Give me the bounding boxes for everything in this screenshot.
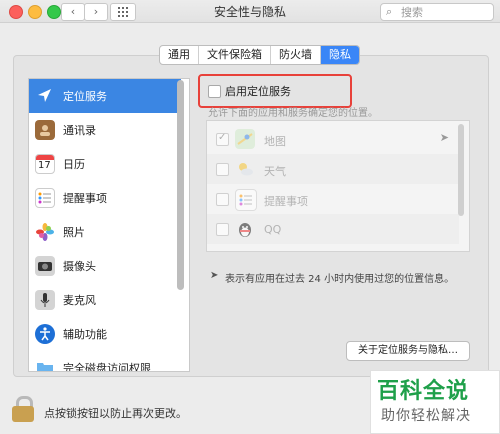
app-list-scrollbar[interactable] [458,124,464,216]
camera-icon [35,256,55,276]
reminders-icon [235,189,257,211]
sidebar-item-label: 通讯录 [63,124,96,137]
sidebar-item-label: 辅助功能 [63,328,107,341]
sidebar-item-label: 完全磁盘访问权限 [63,362,151,372]
sidebar-item-label: 摄像头 [63,260,96,273]
sidebar-item-accessibility[interactable]: 辅助功能 [29,317,181,351]
search-icon: ⌕ [386,5,393,18]
location-arrow-icon [35,86,55,106]
watermark: 百科全说 助你轻松解决 [370,370,500,434]
search-field[interactable]: ⌕ [380,3,494,21]
sidebar-item-label: 照片 [63,226,85,239]
recent-use-note: 表示有应用在过去 24 小时内使用过您的位置信息。 [225,274,455,285]
allow-description: 允许下面的应用和服务确定您的位置。 [208,108,378,119]
watermark-subtitle: 助你轻松解决 [381,408,471,424]
privacy-sidebar: 定位服务 通讯录 17 日历 提醒事项 照片 摄像头 麦克风 辅助功能 完全磁盘… [28,78,190,372]
sidebar-item-camera[interactable]: 摄像头 [29,249,181,283]
sidebar-item-microphone[interactable]: 麦克风 [29,283,181,317]
back-button[interactable]: ‹ [61,3,85,21]
annotation-highlight-box [198,74,352,108]
app-name: QQ [264,223,282,236]
contacts-book-icon [35,120,55,140]
location-app-list: 地图 ➤ 天气 提醒事项 QQ [206,120,470,252]
show-all-grid-icon[interactable] [110,3,136,21]
tab-privacy[interactable]: 隐私 [321,46,359,64]
app-checkbox[interactable] [216,223,229,236]
calendar-icon: 17 [35,154,55,174]
app-row-reminders[interactable]: 提醒事项 [207,184,459,214]
title-bar: ‹ › 安全性与隐私 ⌕ [0,0,500,23]
maps-icon [235,129,255,149]
zoom-window-button[interactable] [47,5,61,19]
weather-icon [235,159,255,179]
sidebar-item-label: 定位服务 [63,90,107,103]
watermark-title: 百科全说 [377,379,470,404]
location-arrow-icon: ➤ [439,131,449,144]
sidebar-scrollbar[interactable] [177,80,184,290]
sidebar-item-contacts[interactable]: 通讯录 [29,113,181,147]
minimize-window-button[interactable] [28,5,42,19]
about-location-privacy-button[interactable]: 关于定位服务与隐私… [346,341,470,361]
forward-button[interactable]: › [84,3,108,21]
sidebar-item-photos[interactable]: 照片 [29,215,181,249]
close-window-button[interactable] [9,5,23,19]
app-row-weather[interactable]: 天气 [207,154,459,184]
tab-bar: 通用 文件保险箱 防火墙 隐私 [159,45,360,65]
app-name: 天气 [264,165,286,178]
search-input[interactable] [401,4,489,20]
sidebar-item-label: 麦克风 [63,294,96,307]
sidebar-item-reminders[interactable]: 提醒事项 [29,181,181,215]
lock-hint-text: 点按锁按钮以防止再次更改。 [44,407,187,420]
app-checkbox[interactable] [216,132,229,146]
tab-filevault[interactable]: 文件保险箱 [199,46,271,64]
app-checkbox[interactable] [216,193,229,206]
sidebar-item-calendar[interactable]: 17 日历 [29,147,181,181]
lock-icon[interactable] [12,396,34,422]
window-title: 安全性与隐私 [213,5,286,19]
location-arrow-icon: ➤ [210,270,219,281]
photos-icon [35,222,55,242]
app-name: 地图 [264,135,286,148]
sidebar-item-full-disk-access[interactable]: 完全磁盘访问权限 [29,351,181,372]
app-checkbox[interactable] [216,163,229,176]
sidebar-item-label: 提醒事项 [63,192,107,205]
calendar-day: 17 [38,160,51,171]
tab-general[interactable]: 通用 [160,46,199,64]
reminders-icon [35,188,55,208]
app-name: 提醒事项 [264,195,308,208]
app-row-qq[interactable]: QQ [207,214,459,244]
folder-icon [35,358,55,371]
tab-firewall[interactable]: 防火墙 [271,46,321,64]
sidebar-item-location-services[interactable]: 定位服务 [29,79,181,113]
app-row-maps[interactable]: 地图 ➤ [207,124,459,154]
sidebar-item-label: 日历 [63,158,85,171]
microphone-icon [35,290,55,310]
qq-penguin-icon [235,219,255,239]
accessibility-icon [35,324,55,344]
